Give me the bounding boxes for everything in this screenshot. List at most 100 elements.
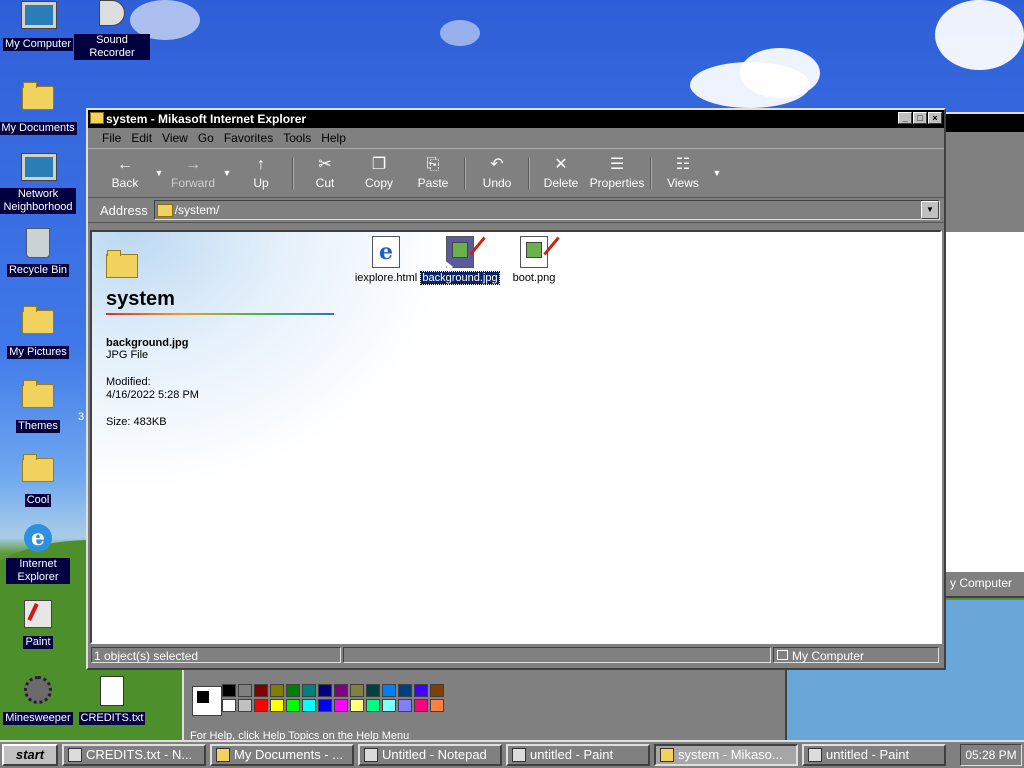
color-palette[interactable] (222, 684, 444, 712)
up-folder-icon: ↑ (257, 156, 265, 173)
color-swatch[interactable] (382, 684, 396, 697)
color-swatch[interactable] (430, 699, 444, 712)
delete-button[interactable]: ✕ Delete (534, 156, 588, 190)
start-button[interactable]: start (2, 744, 58, 766)
color-swatch[interactable] (254, 684, 268, 697)
color-swatch[interactable] (366, 699, 380, 712)
desktop-icon-cool[interactable]: Cool (0, 450, 80, 507)
back-button[interactable]: ← Back (98, 156, 152, 190)
background-window[interactable]: y Computer (936, 112, 1024, 598)
forward-button[interactable]: → Forward (166, 156, 220, 190)
color-swatch[interactable] (334, 684, 348, 697)
color-swatch[interactable] (222, 684, 236, 697)
forward-label: Forward (170, 176, 215, 190)
paint-window[interactable]: For Help, click Help Topics on the Help … (182, 662, 787, 742)
speaker-icon (99, 0, 125, 26)
color-swatch[interactable] (350, 684, 364, 697)
properties-label: Properties (589, 176, 645, 190)
forward-dropdown[interactable]: ▼ (220, 168, 234, 178)
color-swatch[interactable] (414, 684, 428, 697)
menu-view[interactable]: View (162, 131, 188, 145)
desktop-icon-network-neighborhood[interactable]: Network Neighborhood (0, 152, 80, 214)
task-notepad[interactable]: Untitled - Notepad (358, 744, 502, 766)
maximize-button[interactable]: □ (913, 112, 927, 124)
task-paint-2[interactable]: untitled - Paint (802, 744, 946, 766)
address-input[interactable]: /system/ ▼ (153, 200, 940, 220)
copy-button[interactable]: ❐ Copy (352, 156, 406, 190)
color-swatch[interactable] (366, 684, 380, 697)
file-item-iexplore[interactable]: e iexplore.html (346, 236, 426, 284)
color-swatch[interactable] (286, 684, 300, 697)
task-my-documents[interactable]: My Documents - ... (210, 744, 354, 766)
desktop-icon-my-pictures[interactable]: My Pictures (0, 302, 80, 359)
desktop-icon-minesweeper[interactable]: Minesweeper (0, 676, 80, 725)
title-divider (106, 313, 334, 315)
menu-edit[interactable]: Edit (131, 131, 152, 145)
system-tray-clock[interactable]: 05:28 PM (960, 744, 1022, 766)
folder-view[interactable]: system background.jpg JPG File Modified:… (90, 230, 942, 644)
folder-icon (22, 454, 54, 482)
color-swatch[interactable] (238, 699, 252, 712)
properties-button[interactable]: ☰ Properties (588, 156, 646, 190)
views-button[interactable]: ☷ Views (656, 156, 710, 190)
selected-file-type: JPG File (106, 349, 149, 361)
color-swatch[interactable] (334, 699, 348, 712)
desktop-icon-my-documents[interactable]: My Documents (0, 78, 80, 135)
color-swatch[interactable] (270, 684, 284, 697)
desktop-icon-paint[interactable]: Paint (0, 600, 80, 649)
menu-file[interactable]: File (102, 131, 121, 145)
desktop-icon-credits[interactable]: CREDITS.txt (70, 676, 154, 725)
color-swatch[interactable] (430, 684, 444, 697)
explorer-window[interactable]: system - Mikasoft Internet Explorer _ □ … (86, 108, 946, 670)
file-item-boot[interactable]: boot.png (494, 236, 574, 284)
color-swatch[interactable] (238, 684, 252, 697)
file-label: iexplore.html (354, 272, 418, 284)
menu-help[interactable]: Help (321, 131, 346, 145)
up-button[interactable]: ↑ Up (234, 156, 288, 190)
color-swatch[interactable] (398, 684, 412, 697)
toolbar: ← Back ▼ → Forward ▼ ↑ Up ✂ Cut ❐ Copy ⎘… (88, 148, 944, 198)
color-swatch[interactable] (318, 684, 332, 697)
undo-button[interactable]: ↶ Undo (470, 156, 524, 190)
task-label: untitled - Paint (826, 747, 910, 762)
desktop-icon-sound-recorder[interactable]: Sound Recorder (70, 0, 154, 60)
desktop-icon-label: My Computer (2, 38, 74, 51)
menu-tools[interactable]: Tools (283, 131, 311, 145)
color-swatch[interactable] (286, 699, 300, 712)
desktop-icon-label: Paint (23, 636, 53, 649)
color-swatch[interactable] (414, 699, 428, 712)
undo-label: Undo (482, 176, 512, 190)
desktop-icon-recycle-bin[interactable]: Recycle Bin (0, 226, 80, 277)
desktop-icon-my-computer[interactable]: My Computer (0, 0, 80, 51)
desktop-icon-label: My Pictures (7, 346, 69, 359)
color-swatch[interactable] (302, 684, 316, 697)
menu-favorites[interactable]: Favorites (224, 131, 273, 145)
start-label: start (15, 747, 45, 762)
address-dropdown-button[interactable]: ▼ (921, 201, 939, 219)
color-swatch[interactable] (270, 699, 284, 712)
task-label: Untitled - Notepad (382, 747, 487, 762)
color-swatch[interactable] (350, 699, 364, 712)
color-swatch[interactable] (382, 699, 396, 712)
forward-arrow-icon: → (185, 156, 201, 173)
color-swatch[interactable] (302, 699, 316, 712)
task-paint-1[interactable]: untitled - Paint (506, 744, 650, 766)
cut-button[interactable]: ✂ Cut (298, 156, 352, 190)
task-explorer[interactable]: system - Mikaso... (654, 744, 798, 766)
folder-icon (22, 306, 54, 334)
file-item-background[interactable]: background.jpg (420, 236, 500, 285)
explorer-titlebar[interactable]: system - Mikasoft Internet Explorer _ □ … (88, 110, 944, 128)
color-swatch[interactable] (222, 699, 236, 712)
minimize-button[interactable]: _ (898, 112, 912, 124)
menu-go[interactable]: Go (198, 131, 214, 145)
back-dropdown[interactable]: ▼ (152, 168, 166, 178)
color-swatch[interactable] (398, 699, 412, 712)
views-dropdown[interactable]: ▼ (710, 168, 724, 178)
desktop-icon-internet-explorer[interactable]: e Internet Explorer (0, 524, 80, 584)
close-button[interactable]: × (928, 112, 942, 124)
color-swatch[interactable] (318, 699, 332, 712)
color-swatch[interactable] (254, 699, 268, 712)
desktop-icon-themes[interactable]: Themes (0, 376, 80, 433)
task-credits[interactable]: CREDITS.txt - N... (62, 744, 206, 766)
paste-button[interactable]: ⎘ Paste (406, 156, 460, 190)
